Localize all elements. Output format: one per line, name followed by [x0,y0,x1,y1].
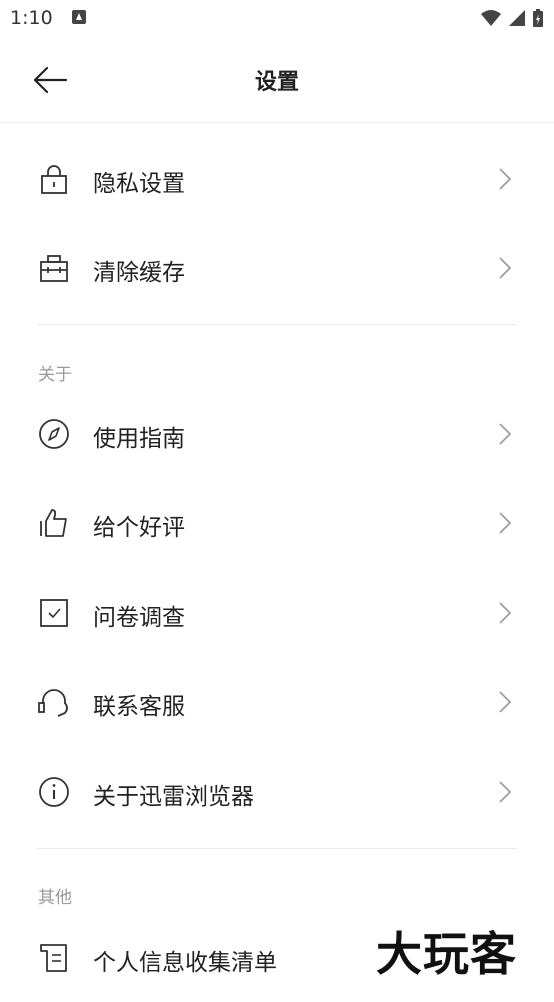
wifi-icon [481,10,501,26]
signal-icon [509,10,525,26]
settings-item-clear-cache[interactable]: 清除缓存 [0,224,554,312]
settings-item-label: 联系客服 [93,694,185,720]
chevron-right-icon [499,423,512,445]
notification-icon [72,10,86,24]
toolbox-icon [40,255,68,282]
settings-item-support[interactable]: 联系客服 [0,658,554,746]
compass-icon [39,419,69,449]
chevron-right-icon [499,512,512,534]
status-icons [480,8,544,28]
chevron-right-icon [499,781,512,803]
status-time: 1:10 [10,7,53,29]
lock-icon [41,165,67,194]
settings-item-survey[interactable]: 问卷调查 [0,569,554,657]
thumbs-up-icon [40,509,67,537]
section-title-other: 其他 [38,888,72,908]
settings-item-label: 关于迅雷浏览器 [93,784,254,810]
chevron-right-icon [499,691,512,713]
battery-icon [533,9,543,27]
section-divider [37,848,517,849]
headset-icon [38,689,68,717]
checkbox-icon [40,599,68,627]
chevron-right-icon [499,257,512,279]
info-icon [39,777,69,807]
section-title-about: 关于 [38,365,72,385]
settings-item-guide[interactable]: 使用指南 [0,390,554,478]
settings-item-label: 个人信息收集清单 [93,950,277,976]
app-header: 设置 [0,38,554,123]
section-divider [37,324,517,325]
watermark-logo: 大玩客 [376,927,517,981]
settings-item-label: 隐私设置 [93,171,185,197]
settings-item-rate[interactable]: 给个好评 [0,479,554,567]
document-icon [40,944,67,972]
settings-item-about[interactable]: 关于迅雷浏览器 [0,748,554,836]
settings-item-label: 问卷调查 [93,605,185,631]
settings-item-privacy[interactable]: 隐私设置 [0,135,554,223]
chevron-right-icon [499,168,512,190]
settings-item-label: 给个好评 [93,515,185,541]
chevron-right-icon [499,602,512,624]
settings-item-label: 清除缓存 [93,260,185,286]
page-title: 设置 [254,70,299,95]
status-bar: 1:10 [0,0,554,38]
settings-item-label: 使用指南 [93,426,185,452]
